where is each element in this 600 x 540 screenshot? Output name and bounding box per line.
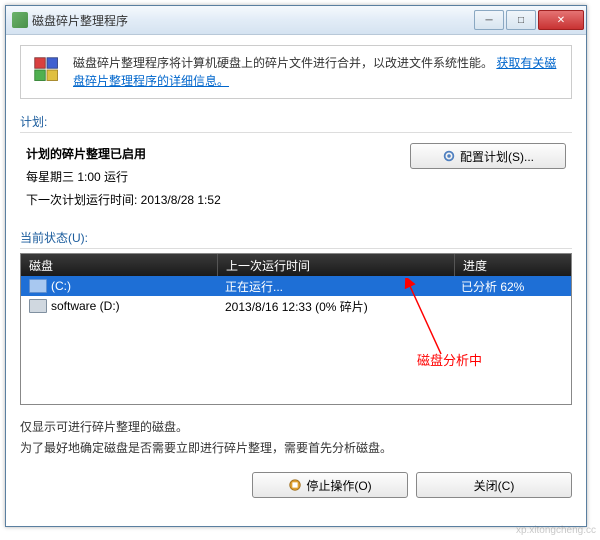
stop-button[interactable]: 停止操作(O) xyxy=(252,472,408,498)
table-row[interactable]: software (D:) 2013/8/16 12:33 (0% 碎片) xyxy=(21,296,571,316)
close-button[interactable]: ✕ xyxy=(538,10,584,30)
schedule-line1: 每星期三 1:00 运行 xyxy=(26,166,410,189)
footer-buttons: 停止操作(O) 关闭(C) xyxy=(20,472,572,498)
divider xyxy=(20,248,572,249)
table-row[interactable]: (C:) 正在运行... 已分析 62% xyxy=(21,276,571,296)
maximize-button[interactable]: □ xyxy=(506,10,536,30)
titlebar[interactable]: 磁盘碎片整理程序 ─ □ ✕ xyxy=(6,6,586,35)
drive-icon xyxy=(29,299,47,313)
banner-text: 磁盘碎片整理程序将计算机硬盘上的碎片文件进行合并，以改进文件系统性能。 获取有关… xyxy=(73,54,561,90)
divider xyxy=(20,132,572,133)
window-frame: 磁盘碎片整理程序 ─ □ ✕ 磁盘碎片整理程序将计算机硬盘上的碎片文件进行合并，… xyxy=(5,5,587,527)
schedule-row: 计划的碎片整理已启用 每星期三 1:00 运行 下一次计划运行时间: 2013/… xyxy=(20,143,572,211)
col-disk[interactable]: 磁盘 xyxy=(21,254,218,276)
disk-table[interactable]: 磁盘 上一次运行时间 进度 (C:) 正在运行... 已分析 62% softw… xyxy=(20,253,572,405)
col-last-run[interactable]: 上一次运行时间 xyxy=(218,254,455,276)
close-button-footer[interactable]: 关闭(C) xyxy=(416,472,572,498)
drive-icon xyxy=(29,279,47,293)
schedule-title: 计划的碎片整理已启用 xyxy=(26,143,410,166)
configure-schedule-button[interactable]: 配置计划(S)... xyxy=(410,143,566,169)
annotation-label: 磁盘分析中 xyxy=(417,350,482,369)
content-area: 磁盘碎片整理程序将计算机硬盘上的碎片文件进行合并，以改进文件系统性能。 获取有关… xyxy=(6,35,586,508)
schedule-line2: 下一次计划运行时间: 2013/8/28 1:52 xyxy=(26,189,410,212)
info-banner: 磁盘碎片整理程序将计算机硬盘上的碎片文件进行合并，以改进文件系统性能。 获取有关… xyxy=(20,45,572,99)
window-title: 磁盘碎片整理程序 xyxy=(32,12,472,29)
stop-icon xyxy=(288,478,302,492)
status-label: 当前状态(U): xyxy=(20,229,572,246)
app-icon xyxy=(12,12,28,28)
schedule-label: 计划: xyxy=(20,113,572,130)
table-header: 磁盘 上一次运行时间 进度 xyxy=(21,254,571,276)
footer-note: 仅显示可进行碎片整理的磁盘。 为了最好地确定磁盘是否需要立即进行碎片整理，需要首… xyxy=(20,417,572,458)
schedule-text: 计划的碎片整理已启用 每星期三 1:00 运行 下一次计划运行时间: 2013/… xyxy=(26,143,410,211)
window-controls: ─ □ ✕ xyxy=(472,10,584,30)
col-progress[interactable]: 进度 xyxy=(455,254,571,276)
minimize-button[interactable]: ─ xyxy=(474,10,504,30)
defrag-icon xyxy=(31,54,63,86)
gear-icon xyxy=(442,149,456,163)
